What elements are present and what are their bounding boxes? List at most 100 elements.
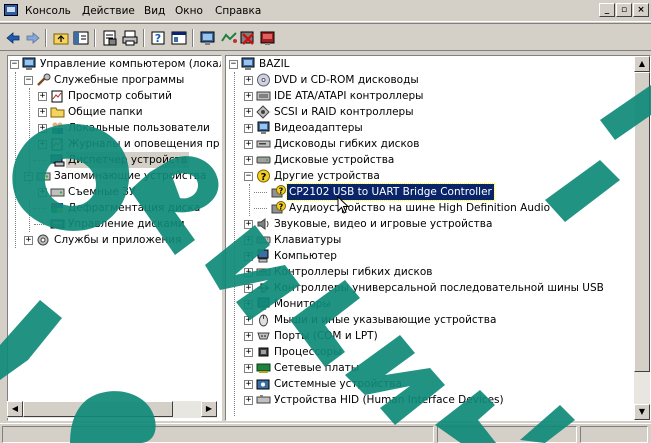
- console-tree-item[interactable]: − Запоминающие устройства: [8, 168, 221, 184]
- up-folder-icon[interactable]: [52, 29, 70, 47]
- console-tree-pane[interactable]: − Управление компьютером (локалі − Служебны…: [7, 55, 222, 421]
- console-tree-item[interactable]: + Журналы и оповещения пр: [8, 136, 221, 152]
- expand-icon[interactable]: +: [244, 108, 253, 117]
- expand-icon[interactable]: +: [244, 252, 253, 261]
- console-tree-item[interactable]: + Общие папки: [8, 104, 221, 120]
- left-horizontal-scrollbar[interactable]: ◀ ▶: [7, 401, 217, 418]
- console-tree-item[interactable]: Диспетчер устройств: [8, 152, 221, 168]
- update-driver-icon[interactable]: [220, 29, 238, 47]
- right-vertical-scrollbar[interactable]: ▲ ▼: [634, 56, 650, 420]
- device-tree-item[interactable]: + Контроллеры гибких дисков: [226, 264, 650, 280]
- expand-icon[interactable]: +: [244, 316, 253, 325]
- expand-icon[interactable]: +: [244, 76, 253, 85]
- device-tree-item[interactable]: − BAZIL: [226, 56, 650, 72]
- expand-icon[interactable]: +: [244, 92, 253, 101]
- expand-icon[interactable]: +: [38, 188, 47, 197]
- expand-icon[interactable]: +: [244, 364, 253, 373]
- device-tree-item[interactable]: + Устройства HID (Human Interface Devices…: [226, 392, 650, 408]
- scroll-right-button[interactable]: ▶: [201, 401, 217, 417]
- expand-icon[interactable]: +: [244, 396, 253, 405]
- vertical-scroll-thumb[interactable]: [634, 72, 650, 372]
- collapse-icon[interactable]: −: [244, 172, 253, 181]
- expand-icon[interactable]: +: [244, 348, 253, 357]
- device-tree-item[interactable]: −? Другие устройства: [226, 168, 650, 184]
- expand-icon[interactable]: +: [244, 124, 253, 133]
- device-tree-pane[interactable]: − BAZIL + DVD и CD-ROM дисководы + IDE ATA/AT…: [225, 55, 651, 421]
- expand-icon[interactable]: +: [244, 156, 253, 165]
- console-tree-item[interactable]: − Управление компьютером (локалі: [8, 56, 221, 72]
- device-tree-label: Видеоадаптеры: [274, 122, 363, 134]
- expand-icon[interactable]: +: [244, 140, 253, 149]
- device-tree-item[interactable]: + Системные устройства: [226, 376, 650, 392]
- menu-view[interactable]: Вид: [141, 4, 168, 19]
- console-tree-icon[interactable]: [170, 29, 188, 47]
- expand-icon[interactable]: +: [24, 236, 33, 245]
- expand-icon[interactable]: +: [38, 140, 47, 149]
- device-tree-item[interactable]: + Дисководы гибких дисков: [226, 136, 650, 152]
- restore-button[interactable]: ▫: [616, 3, 632, 17]
- device-tree-item[interactable]: + SCSI и RAID контроллеры: [226, 104, 650, 120]
- collapse-icon[interactable]: −: [24, 76, 33, 85]
- device-tree-item[interactable]: + Компьютер: [226, 248, 650, 264]
- device-tree-item[interactable]: + IDE ATA/ATAPI контроллеры: [226, 88, 650, 104]
- device-tree-item[interactable]: + DVD и CD-ROM дисководы: [226, 72, 650, 88]
- properties-icon[interactable]: [101, 29, 119, 47]
- expand-icon[interactable]: +: [244, 300, 253, 309]
- console-tree-label: Дефрагментация диска: [68, 202, 201, 214]
- users-icon: [50, 121, 65, 135]
- close-button[interactable]: ×: [633, 3, 649, 17]
- expand-icon[interactable]: +: [244, 284, 253, 293]
- device-tree-item[interactable]: + Процессоры: [226, 344, 650, 360]
- device-tree-item[interactable]: + Мониторы: [226, 296, 650, 312]
- console-tree-item[interactable]: Управление дисками: [8, 216, 221, 232]
- video-icon: [256, 121, 271, 135]
- scroll-down-button[interactable]: ▼: [634, 404, 650, 420]
- scroll-left-button[interactable]: ◀: [7, 401, 23, 417]
- menu-console[interactable]: Консоль: [22, 4, 74, 19]
- expand-icon[interactable]: +: [38, 92, 47, 101]
- console-tree-item[interactable]: + Локальные пользователи: [8, 120, 221, 136]
- help-icon[interactable]: ?: [150, 29, 168, 47]
- expand-icon[interactable]: +: [244, 380, 253, 389]
- console-tree-label: Съемные ЗУ: [68, 186, 136, 198]
- back-arrow-icon[interactable]: [4, 29, 22, 47]
- device-tree-item[interactable]: ? CP2102 USB to UART Bridge Controller: [226, 183, 650, 201]
- menu-window[interactable]: Окно: [172, 4, 206, 19]
- expand-icon[interactable]: +: [244, 332, 253, 341]
- scan-hardware-icon[interactable]: [199, 29, 217, 47]
- console-tree-item[interactable]: + Службы и приложения: [8, 232, 221, 248]
- menu-help[interactable]: Справка: [212, 4, 264, 19]
- warn-icon: ?: [271, 201, 286, 215]
- device-tree-item[interactable]: + Клавиатуры: [226, 232, 650, 248]
- app-icon[interactable]: [4, 4, 18, 16]
- collapse-icon[interactable]: −: [24, 172, 33, 181]
- scroll-thumb[interactable]: [23, 401, 173, 417]
- device-tree-item[interactable]: + Контроллеры универсальной последователь…: [226, 280, 650, 296]
- minimize-button[interactable]: _: [599, 3, 615, 17]
- expand-icon[interactable]: +: [38, 108, 47, 117]
- console-tree-item[interactable]: − Служебные программы: [8, 72, 221, 88]
- console-tree-item[interactable]: + Съемные ЗУ: [8, 184, 221, 200]
- expand-icon[interactable]: +: [244, 236, 253, 245]
- expand-icon[interactable]: +: [38, 124, 47, 133]
- console-tree-item[interactable]: + Просмотр событий: [8, 88, 221, 104]
- device-tree-item[interactable]: + Порты (COM и LPT): [226, 328, 650, 344]
- expand-icon[interactable]: +: [244, 220, 253, 229]
- disable-device-icon[interactable]: [239, 29, 257, 47]
- device-tree-item[interactable]: + Мыши и иные указывающие устройства: [226, 312, 650, 328]
- device-tree-item[interactable]: + Сетевые платы: [226, 360, 650, 376]
- scroll-up-button[interactable]: ▲: [634, 56, 650, 72]
- device-tree-item[interactable]: + Видеоадаптеры: [226, 120, 650, 136]
- device-tree-item[interactable]: + Дисковые устройства: [226, 152, 650, 168]
- show-tree-icon[interactable]: [72, 29, 90, 47]
- uninstall-device-icon[interactable]: [259, 29, 277, 47]
- collapse-icon[interactable]: −: [229, 60, 238, 69]
- expand-icon[interactable]: +: [244, 268, 253, 277]
- menu-action[interactable]: Действие: [79, 4, 138, 19]
- print-icon[interactable]: [121, 29, 139, 47]
- forward-arrow-icon[interactable]: [24, 29, 42, 47]
- console-tree-item[interactable]: Дефрагментация диска: [8, 200, 221, 216]
- device-tree-item[interactable]: + Звуковые, видео и игровые устройства: [226, 216, 650, 232]
- collapse-icon[interactable]: −: [10, 60, 19, 69]
- device-tree-item[interactable]: ? Аудиоустройство на шине High Definition…: [226, 200, 650, 216]
